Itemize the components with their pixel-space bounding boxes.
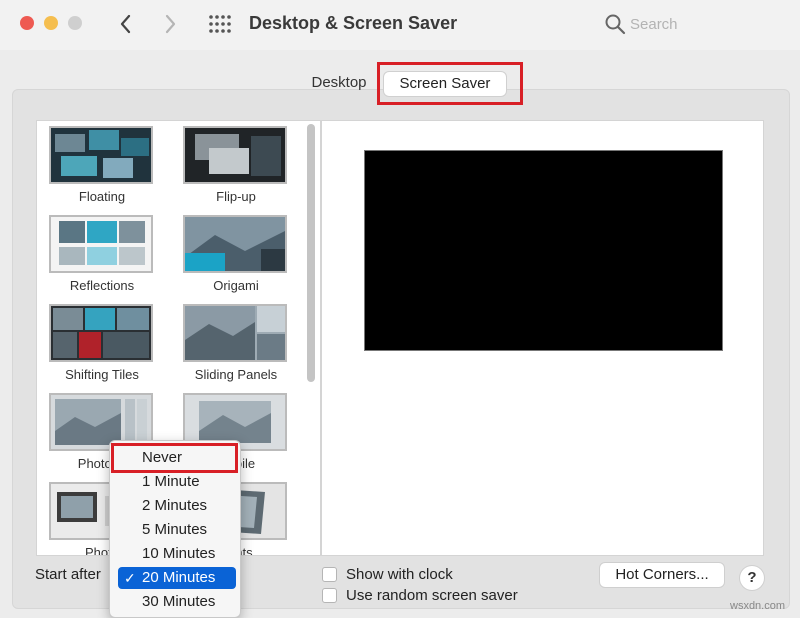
menu-item-20-minutes[interactable]: ✓ 20 Minutes [118, 567, 236, 589]
highlight-box-never-option [111, 443, 238, 473]
watermark: wsxdn.com [730, 600, 786, 612]
saver-label: Sliding Panels [194, 367, 278, 382]
close-window-button[interactable] [20, 16, 34, 30]
back-button[interactable] [114, 11, 138, 37]
window-title: Desktop & Screen Saver [249, 13, 458, 33]
highlight-box-screen-saver-tab [377, 62, 523, 105]
saver-item-flip-up[interactable]: Flip-up [171, 126, 301, 208]
shifting-tiles-thumbnail [49, 304, 153, 362]
flip-up-thumbnail [183, 126, 287, 184]
start-after-label: Start after [35, 566, 101, 583]
zoom-window-button[interactable] [68, 16, 82, 30]
saver-label: Origami [213, 278, 259, 293]
menu-item-10-minutes[interactable]: 10 Minutes [118, 543, 236, 565]
show-with-clock-label: Show with clock [346, 566, 453, 583]
saver-item-shifting-tiles[interactable]: Shifting Tiles [37, 304, 167, 386]
menu-item-2-minutes[interactable]: 2 Minutes [118, 495, 236, 517]
menu-item-5-minutes[interactable]: 5 Minutes [118, 519, 236, 541]
origami-thumbnail [183, 215, 287, 273]
reflections-thumbnail [49, 215, 153, 273]
title-bar: Desktop & Screen Saver Search [0, 0, 800, 50]
checkbox-box[interactable] [322, 588, 337, 603]
menu-item-label: 30 Minutes [142, 593, 216, 610]
search-field[interactable]: Search [600, 11, 790, 37]
floating-thumbnail [49, 126, 153, 184]
preview-screen [364, 150, 723, 351]
chevron-right-icon [165, 14, 176, 34]
minimize-window-button[interactable] [44, 16, 58, 30]
tab-desktop[interactable]: Desktop [300, 72, 378, 98]
menu-item-label: 2 Minutes [142, 497, 208, 514]
saver-item-reflections[interactable]: Reflections [37, 215, 167, 297]
menu-item-1-minute[interactable]: 1 Minute [118, 471, 236, 493]
saver-label: Floating [78, 189, 126, 204]
search-placeholder: Search [630, 16, 678, 33]
menu-item-label: 1 Minute [142, 473, 200, 490]
forward-button[interactable] [158, 11, 182, 37]
checkmark-icon: ✓ [124, 570, 136, 586]
random-screen-saver-label: Use random screen saver [346, 587, 518, 604]
saver-item-sliding-panels[interactable]: Sliding Panels [171, 304, 301, 386]
checkbox-box[interactable] [322, 567, 337, 582]
menu-item-label: 20 Minutes [142, 569, 216, 586]
search-icon [605, 14, 626, 35]
menu-item-30-minutes[interactable]: 30 Minutes [118, 591, 236, 613]
hot-corners-button[interactable]: Hot Corners... [600, 563, 724, 587]
sliding-panels-thumbnail [183, 304, 287, 362]
saver-label: Reflections [69, 278, 135, 293]
menu-item-label: 5 Minutes [142, 521, 208, 538]
saver-label: Shifting Tiles [65, 367, 139, 382]
saver-label: Flip-up [216, 189, 256, 204]
show-all-button[interactable] [208, 14, 232, 34]
list-scrollbar[interactable] [307, 124, 315, 382]
help-button[interactable]: ? [740, 566, 764, 590]
grid-icon [209, 15, 231, 33]
chevron-left-icon [120, 14, 131, 34]
saver-item-origami[interactable]: Origami [171, 215, 301, 297]
menu-item-label: 10 Minutes [142, 545, 216, 562]
saver-item-floating[interactable]: Floating [37, 126, 167, 208]
